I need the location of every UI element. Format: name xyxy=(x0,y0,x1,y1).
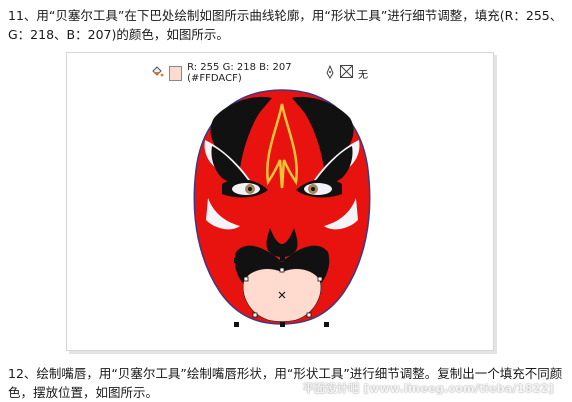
node-point xyxy=(252,312,258,318)
opera-mask-illustration xyxy=(193,89,371,327)
selection-handle xyxy=(234,258,239,263)
selection-handle xyxy=(280,322,285,327)
selection-handle xyxy=(324,258,329,263)
selection-handle xyxy=(234,322,239,327)
node-point xyxy=(317,276,323,282)
mask-eye-right-pupil xyxy=(311,187,315,191)
node-point xyxy=(279,267,285,273)
mask-eye-left-pupil xyxy=(248,187,252,191)
selection-handle xyxy=(280,256,285,261)
node-point xyxy=(306,312,312,318)
watermark: 平面设计吧 [www.lineeg.com/tieba/1822] xyxy=(302,382,554,395)
selection-handle xyxy=(324,322,329,327)
node-point xyxy=(243,276,249,282)
